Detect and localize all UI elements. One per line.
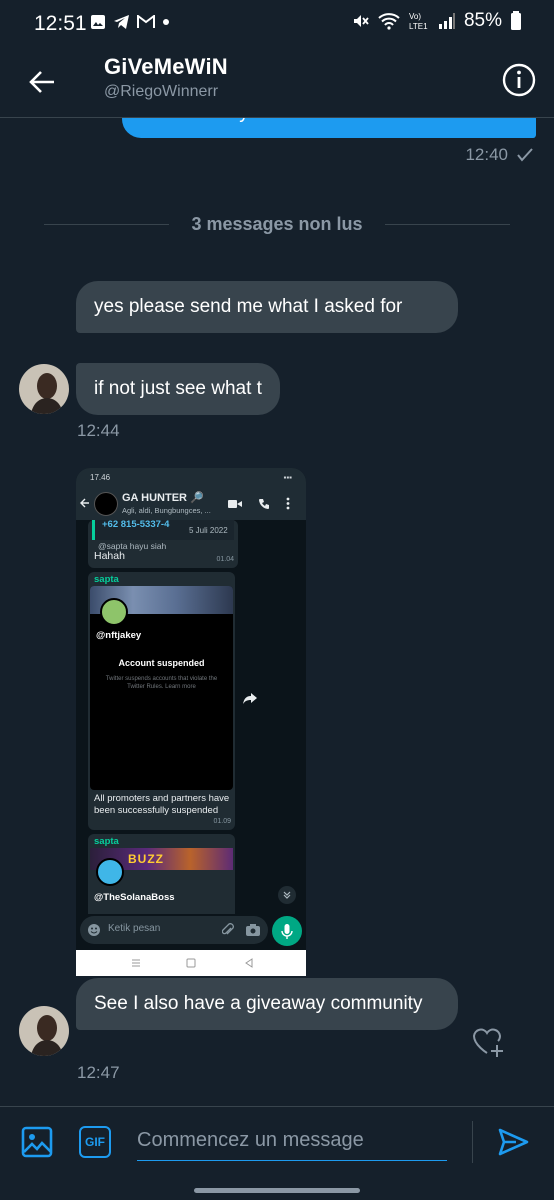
sent-message-meta: 12:40 <box>465 145 534 165</box>
more-notifications-icon <box>163 19 169 25</box>
message-input[interactable] <box>137 1121 447 1161</box>
received-message-bubble[interactable]: yes please send me what I asked for <box>76 281 458 333</box>
screenshot-message: +62 815-5337-4 5 Juli 2022 @sapta hayu s… <box>88 519 238 568</box>
card-avatar <box>96 858 124 886</box>
sender-avatar[interactable] <box>19 1006 69 1056</box>
compose-bar: GIF <box>0 1106 554 1200</box>
screenshot-menu-icon <box>286 497 290 510</box>
screenshot-message-text: Hahah <box>94 550 125 562</box>
emoji-icon <box>88 924 100 936</box>
sent-message-time: 12:40 <box>465 145 508 164</box>
telegram-notification-icon <box>114 15 129 29</box>
quote-date: 5 Juli 2022 <box>189 526 228 535</box>
send-icon[interactable] <box>496 1125 530 1159</box>
message-time: 12:47 <box>77 1063 120 1082</box>
screenshot-input: Ketik pesan <box>80 916 268 944</box>
screenshot-caption: All promoters and partners have been suc… <box>94 793 230 816</box>
received-message-bubble[interactable]: if not just see what t <box>76 363 280 415</box>
divider-line <box>44 223 170 225</box>
card-username: @TheSolanaBoss <box>94 892 175 903</box>
screenshot-message-time: 01.09 <box>213 818 231 825</box>
attach-icon <box>222 923 234 935</box>
battery-icon <box>511 11 521 30</box>
screenshot-nav-bar <box>76 950 306 976</box>
unread-divider: 3 messages non lus <box>44 212 511 236</box>
banner-text: BUZZ <box>128 852 164 866</box>
react-heart-icon[interactable] <box>471 1025 507 1059</box>
forward-icon <box>243 693 257 704</box>
screenshot-input-placeholder: Ketik pesan <box>108 923 161 934</box>
contact-handle[interactable]: @RiegoWinnerr <box>104 83 218 101</box>
gallery-notification-icon <box>91 15 105 29</box>
image-picker-icon[interactable] <box>20 1125 54 1159</box>
svg-text:LTE1: LTE1 <box>409 22 428 31</box>
gmail-notification-icon <box>137 15 155 28</box>
screenshot-chat-header: GA HUNTER 🔎 Agli, aldi, Bungbungces, ... <box>76 488 306 520</box>
screenshot-group-name: GA HUNTER 🔎 <box>122 492 204 504</box>
info-icon[interactable] <box>499 60 539 100</box>
sender-avatar[interactable] <box>19 364 69 414</box>
conversation-header: GiVeMeWiN @RiegoWinnerr <box>0 48 554 118</box>
screenshot-group-avatar <box>94 492 118 516</box>
svg-text:Vo): Vo) <box>409 12 421 21</box>
screenshot-mic-icon <box>272 916 302 946</box>
back-button[interactable] <box>22 62 62 102</box>
card-username: @nftjakey <box>96 630 142 641</box>
camera-icon <box>246 924 260 936</box>
avatar-photo-icon <box>19 1006 69 1056</box>
gif-button[interactable]: GIF <box>79 1126 111 1158</box>
screenshot-back-icon <box>80 498 89 508</box>
status-time: 12:51 <box>34 12 87 35</box>
screenshot-video-icon <box>228 500 242 508</box>
shared-screenshot-image[interactable]: 17.46 ▪▪▪ GA HUNTER 🔎 Agli, aldi, Bungbu… <box>76 468 306 976</box>
message-time: 12:44 <box>77 421 120 440</box>
screenshot-call-icon <box>259 499 269 509</box>
status-bar: 12:51 Vo) LTE1 85% <box>0 0 554 48</box>
mute-icon <box>353 15 369 27</box>
screenshot-sender: sapta <box>94 836 119 847</box>
screenshot-twitter-card: @nftjakey Account suspended Twitter susp… <box>90 586 233 790</box>
sent-check-icon <box>517 148 533 162</box>
back-arrow-icon <box>29 71 54 93</box>
card-avatar <box>100 598 128 626</box>
contact-name[interactable]: GiVeMeWiN <box>104 54 228 80</box>
card-title: Account suspended <box>118 658 205 668</box>
volte-icon: Vo)LTE1 <box>409 12 428 31</box>
divider-line <box>384 223 511 225</box>
avatar-photo-icon <box>19 364 69 414</box>
compose-divider <box>472 1121 473 1163</box>
signal-icon <box>438 13 455 29</box>
battery-percent: 85% <box>463 10 502 31</box>
quote-number: +62 815-5337-4 <box>102 519 170 530</box>
home-indicator[interactable] <box>194 1188 360 1193</box>
screenshot-message: sapta BUZZ @TheSolanaBoss <box>88 834 235 914</box>
screenshot-quote: +62 815-5337-4 5 Juli 2022 <box>92 519 234 540</box>
screenshot-status-icons: ▪▪▪ <box>283 473 292 482</box>
screenshot-time: 17.46 <box>90 473 111 482</box>
scroll-down-icon <box>278 886 296 904</box>
screenshot-message: sapta @nftjakey Account suspended Twitte… <box>88 572 235 830</box>
screenshot-sender: sapta <box>94 574 119 585</box>
screenshot-status-bar: 17.46 ▪▪▪ <box>76 468 306 488</box>
card-subtitle: Twitter suspends accounts that violate t… <box>105 676 218 690</box>
unread-label: 3 messages non lus <box>191 213 363 234</box>
screenshot-message-time: 01.04 <box>216 556 234 563</box>
screenshot-group-members: Agli, aldi, Bungbungces, ... <box>122 506 211 515</box>
received-message-bubble[interactable]: See I also have a giveaway community <box>76 978 458 1030</box>
wifi-icon <box>378 13 400 30</box>
screenshot-chat-body: +62 815-5337-4 5 Juli 2022 @sapta hayu s… <box>76 519 306 914</box>
